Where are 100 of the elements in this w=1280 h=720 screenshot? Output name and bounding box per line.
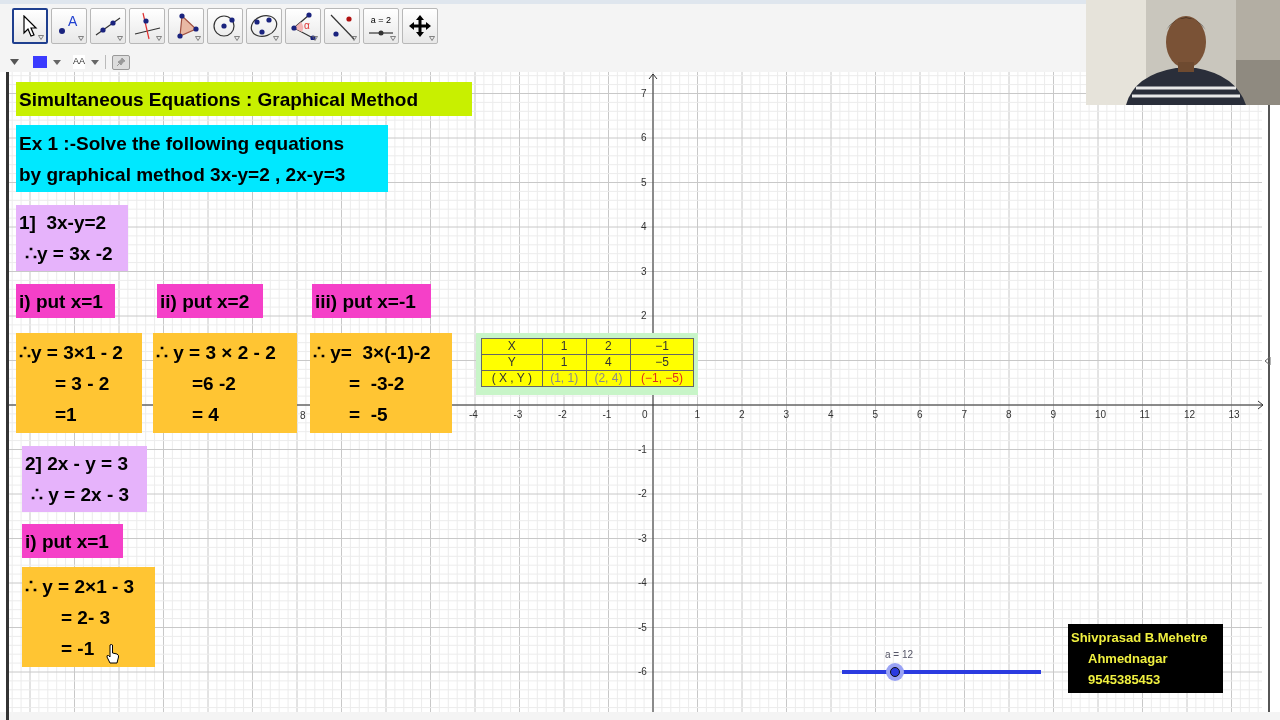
table-cell: Y <box>481 354 543 371</box>
equation-line: = -1 <box>60 636 95 661</box>
equation-line: ∴ y = 3 × 2 - 2 <box>156 340 276 365</box>
tool-button[interactable] <box>129 8 165 44</box>
slider-tool-label: a = 2 <box>370 15 392 25</box>
equation-line: 1] 3x-y=2 <box>19 211 107 235</box>
slider-icon <box>368 28 394 37</box>
collapse-triangle-icon[interactable] <box>10 59 19 65</box>
dropdown-triangle-icon <box>312 36 318 41</box>
equation-line: i) put x=1 <box>19 289 103 314</box>
equation-line: iii) put x=-1 <box>315 289 416 314</box>
axis-label: 4 <box>828 410 834 420</box>
axis-label: -1 <box>602 410 612 420</box>
axis-label: 10 <box>1095 410 1107 420</box>
dropdown-triangle-icon <box>156 36 162 41</box>
axis-label: 6 <box>641 133 647 143</box>
point-icon <box>58 27 66 35</box>
perpendicular-line-icon <box>133 12 161 40</box>
axis-label: -6 <box>638 667 647 677</box>
dropdown-triangle-icon <box>234 36 240 41</box>
axis-label: 3 <box>783 410 790 420</box>
axis-label: 0 <box>642 410 648 420</box>
table-cell: 1 <box>542 338 587 355</box>
dropdown-triangle-icon <box>78 36 84 41</box>
equation-line: ∴ y = 2x - 3 <box>30 483 130 507</box>
axis-label: 11 <box>1139 410 1150 420</box>
axis-label: -2 <box>638 489 647 499</box>
equation-line: i) put x=1 <box>25 529 109 554</box>
table-cell: (2, 4) <box>586 370 631 387</box>
credit-line: 9545385453 <box>1087 671 1162 689</box>
table-cell: (−1, −5) <box>630 370 694 387</box>
table-cell: 1 <box>542 354 587 371</box>
equation-line: ∴ y = 2×1 - 3 <box>25 574 135 599</box>
axis-label: 5 <box>641 177 647 188</box>
tool-button[interactable] <box>324 8 360 44</box>
slider-thumb[interactable] <box>886 663 904 681</box>
axis-label: 8 <box>1006 410 1012 420</box>
axis-label: -5 <box>638 622 647 633</box>
equation-line: by graphical method 3x-y=2 , 2x-y=3 <box>19 162 346 187</box>
axis-label: 1 <box>694 410 701 420</box>
dropdown-triangle-icon <box>273 36 279 41</box>
hand-cursor-icon <box>106 644 120 664</box>
tool-button[interactable]: A <box>51 8 87 44</box>
tool-button[interactable] <box>207 8 243 44</box>
tool-button[interactable] <box>168 8 204 44</box>
axis-label: 5 <box>872 410 879 420</box>
text-size-button[interactable]: AA <box>73 55 85 69</box>
collapse-arrow-icon[interactable] <box>1264 356 1271 366</box>
dropdown-triangle-icon <box>429 36 435 41</box>
axis-label: 13 <box>1228 410 1240 420</box>
equation-line: ∴ y= 3×(-1)-2 <box>313 340 431 365</box>
equation-line: =6 -2 <box>191 371 236 396</box>
pin-button[interactable] <box>112 54 130 70</box>
tool-button[interactable] <box>246 8 282 44</box>
credit-line: Ahmednagar <box>1087 650 1169 668</box>
axis-label: 8 <box>300 409 306 423</box>
equation-line: = 3 - 2 <box>54 371 110 396</box>
tool-button[interactable]: a = 2 <box>363 8 399 44</box>
equation-line: = -5 <box>348 402 388 427</box>
equation-line: ∴y = 3x -2 <box>24 242 113 266</box>
axis-label: 7 <box>641 88 647 99</box>
table-cell: 2 <box>586 338 631 355</box>
equation-line: =1 <box>54 402 77 427</box>
axis-label: 4 <box>641 222 647 232</box>
tool-button[interactable] <box>12 8 48 44</box>
equation-line: = 2- 3 <box>60 605 111 630</box>
axis-label: -3 <box>513 410 523 420</box>
dropdown-triangle-icon <box>38 35 44 40</box>
axis-label: 3 <box>641 266 647 277</box>
axis-label: 7 <box>961 410 968 420</box>
axis-label: 6 <box>917 410 923 420</box>
table-cell: (1, 1) <box>542 370 587 387</box>
dropdown-triangle-icon <box>195 36 201 41</box>
axis-label: -4 <box>638 578 647 588</box>
table-cell: ( X , Y ) <box>481 370 543 387</box>
color-swatch[interactable] <box>33 56 47 68</box>
axis-label: 2 <box>641 311 647 321</box>
axis-label: 9 <box>1050 410 1057 420</box>
ellipse-icon <box>249 12 279 40</box>
equation-line: = 4 <box>191 402 219 427</box>
tool-button[interactable] <box>402 8 438 44</box>
move-arrows-icon <box>408 14 432 38</box>
pointer-icon <box>22 15 38 37</box>
axis-label: 2 <box>739 410 745 420</box>
axis-label: -3 <box>638 533 647 544</box>
tool-button[interactable]: α <box>285 8 321 44</box>
table-cell: 4 <box>586 354 631 371</box>
credit-line: Shivprasad B.Mehetre <box>1071 629 1209 647</box>
point-label: A <box>68 12 78 31</box>
axis-label: -1 <box>638 444 647 455</box>
table-cell: −1 <box>630 338 694 355</box>
equation-line: ∴y = 3×1 - 2 <box>19 340 123 365</box>
dropdown-triangle-icon <box>351 36 357 41</box>
tool-button[interactable] <box>90 8 126 44</box>
caret-icon[interactable] <box>91 59 99 65</box>
caret-icon[interactable] <box>53 59 61 65</box>
equation-line: = -3-2 <box>348 371 405 396</box>
equation-line: Ex 1 :-Solve the following equations <box>19 131 345 156</box>
angle-icon <box>289 12 317 40</box>
equation-line: Simultaneous Equations : Graphical Method <box>19 87 419 112</box>
